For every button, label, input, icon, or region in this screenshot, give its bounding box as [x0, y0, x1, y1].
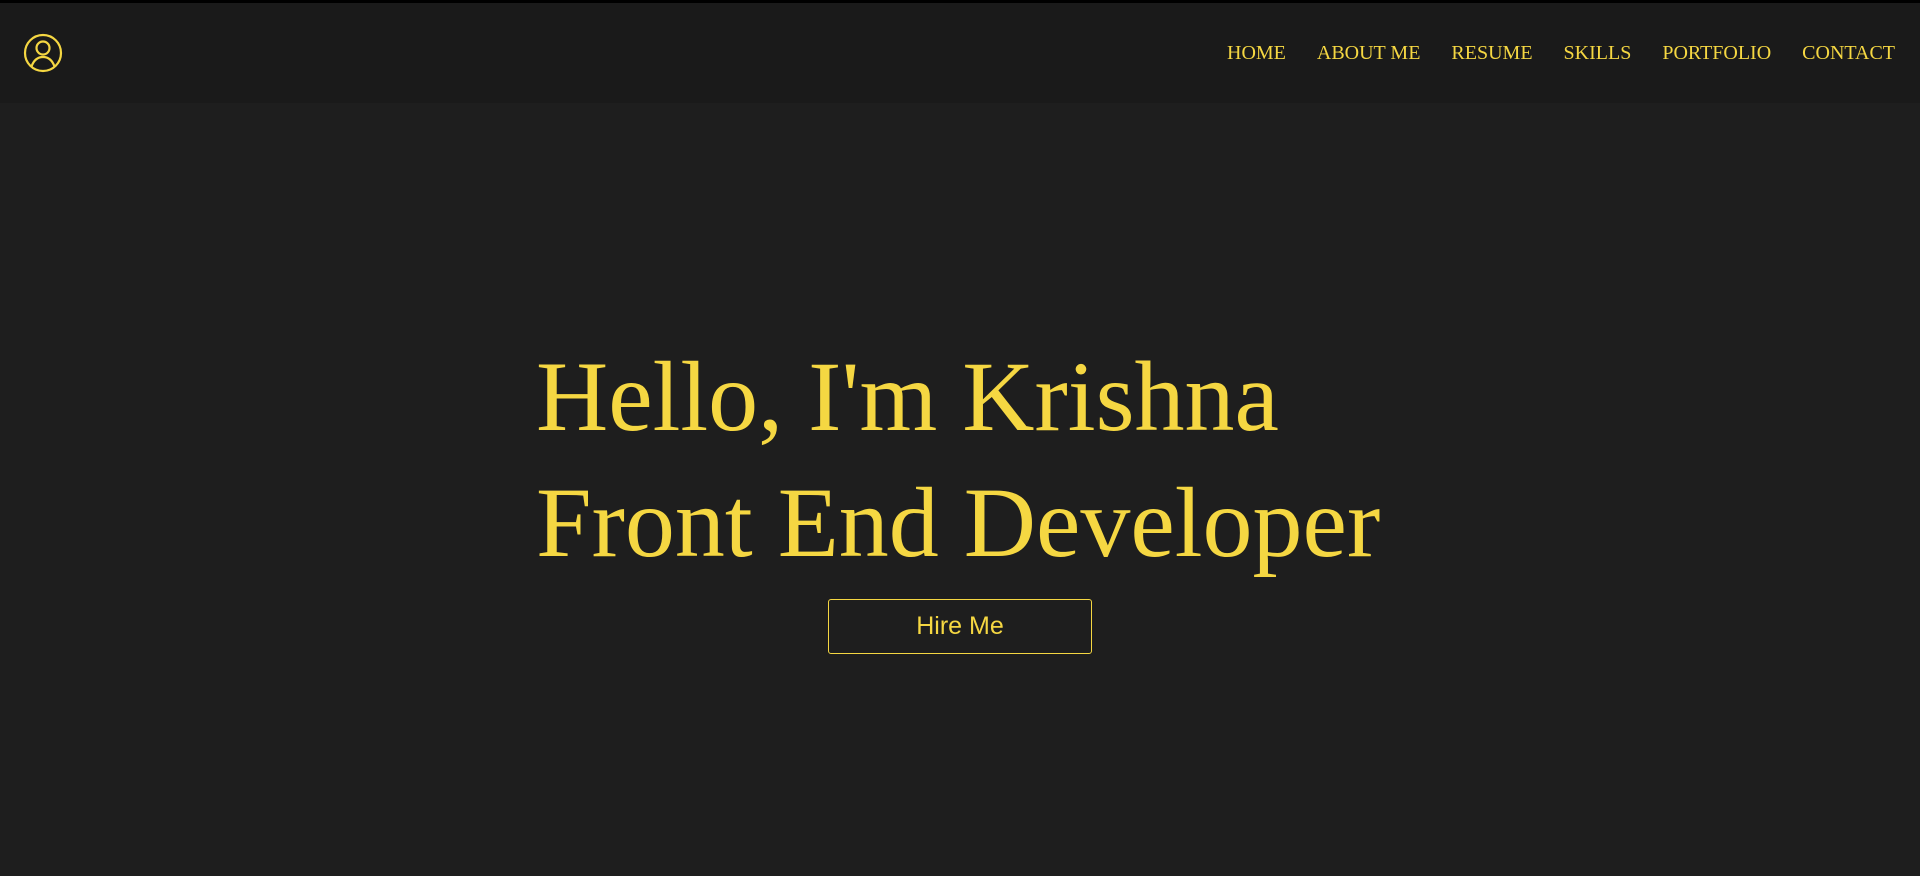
nav-link-contact[interactable]: CONTACT: [1802, 42, 1895, 65]
user-circle-icon: [23, 33, 63, 73]
hero-title: Hello, I'm Krishna Front End Developer: [536, 334, 1380, 586]
nav-link-home[interactable]: HOME: [1227, 42, 1286, 65]
hero-greeting: Hello, I'm Krishna: [536, 341, 1279, 452]
nav-link-resume[interactable]: RESUME: [1451, 42, 1532, 65]
hero-role: Front End Developer: [536, 467, 1381, 578]
hero-section: Hello, I'm Krishna Front End Developer H…: [0, 103, 1920, 876]
nav-links: HOME ABOUT ME RESUME SKILLS PORTFOLIO CO…: [1227, 3, 1895, 103]
nav-link-skills[interactable]: SKILLS: [1564, 42, 1632, 65]
hire-me-button[interactable]: Hire Me: [828, 599, 1092, 654]
logo-user-circle-icon[interactable]: [23, 33, 63, 73]
nav-link-about-me[interactable]: ABOUT ME: [1317, 42, 1421, 65]
navbar: HOME ABOUT ME RESUME SKILLS PORTFOLIO CO…: [0, 3, 1920, 103]
nav-link-portfolio[interactable]: PORTFOLIO: [1662, 42, 1771, 65]
